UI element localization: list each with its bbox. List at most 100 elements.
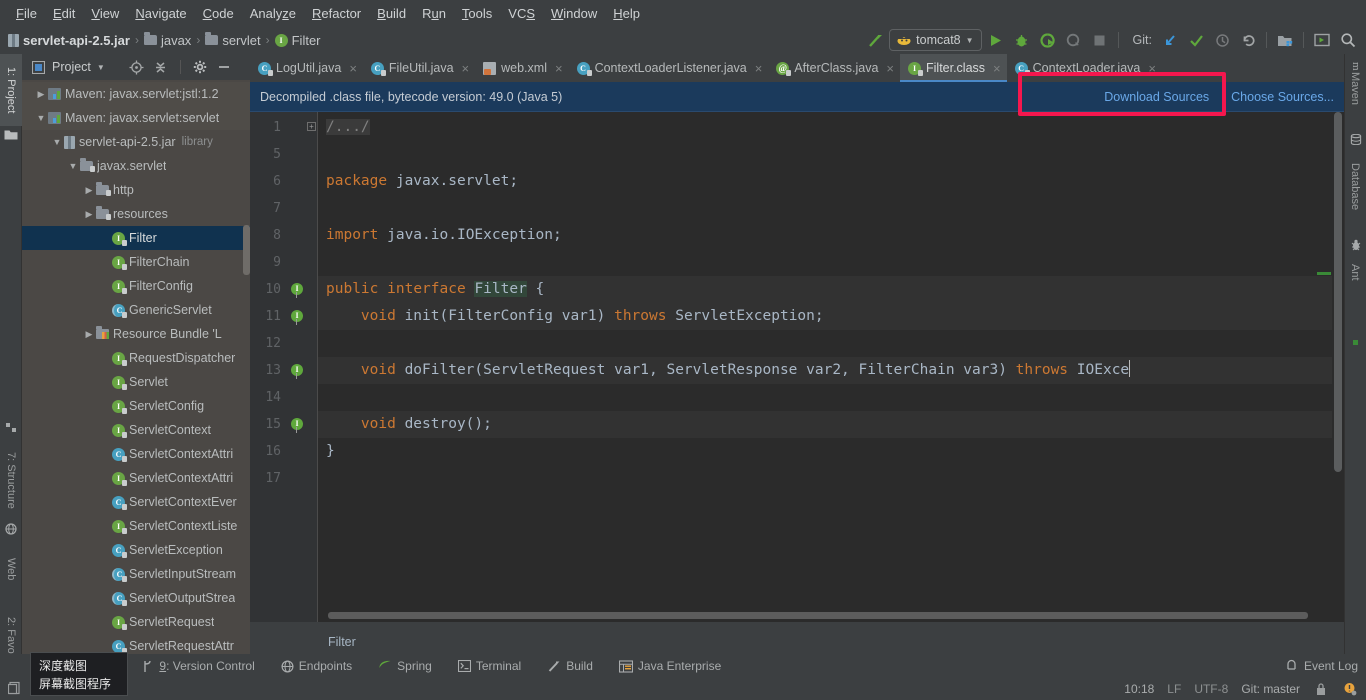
run-anything-icon[interactable] <box>1310 29 1334 51</box>
tree-node-servletcontextliste[interactable]: I ServletContextListe <box>22 514 250 538</box>
editor-breadcrumb[interactable]: Filter <box>250 630 1344 654</box>
tree-node-maven--javax-servlet-servlet[interactable]: ▼ Maven: javax.servlet:servlet <box>22 106 250 130</box>
bottom-tab-java-enterprise[interactable]: Java Enterprise <box>606 659 734 673</box>
close-icon[interactable]: × <box>886 61 894 76</box>
tree-node-servletexception[interactable]: C ServletException <box>22 538 250 562</box>
run-configuration-selector[interactable]: tomcat8 ▼ <box>889 29 982 51</box>
breadcrumb-item-servlet[interactable]: servlet <box>205 32 261 48</box>
project-structure-icon[interactable] <box>1273 29 1297 51</box>
implementing-method-gutter-icon[interactable]: I <box>291 418 303 433</box>
sidebar-item-web[interactable]: Web <box>0 539 22 599</box>
close-icon[interactable]: × <box>755 61 763 76</box>
expand-arrow-icon-closed[interactable]: ▶ <box>82 209 96 220</box>
horizontal-scrollbar[interactable] <box>328 612 1338 619</box>
tree-node-resource-bundle--l[interactable]: ▶ Resource Bundle 'L <box>22 322 250 346</box>
debug-button[interactable] <box>1010 29 1034 51</box>
editor-tab-web-xml[interactable]: web.xml × <box>475 54 568 82</box>
editor-tab-fileutil-java[interactable]: C FileUtil.java × <box>363 54 475 82</box>
vertical-scrollbar[interactable] <box>1332 112 1344 622</box>
expand-arrow-icon-open[interactable]: ▼ <box>50 137 64 147</box>
event-log-button[interactable]: Event Log <box>1285 658 1358 674</box>
close-icon[interactable]: × <box>1148 61 1156 76</box>
git-rollback-icon[interactable] <box>1236 29 1260 51</box>
editor-code-area[interactable]: /.../ package javax.servlet; import java.i… <box>318 112 1344 622</box>
run-button[interactable] <box>984 29 1008 51</box>
status-encoding[interactable]: UTF-8 <box>1194 682 1228 696</box>
tree-node-javax-servlet[interactable]: ▼ javax.servlet <box>22 154 250 178</box>
menu-item-edit[interactable]: Edit <box>45 4 83 23</box>
profile-button[interactable] <box>1062 29 1086 51</box>
expand-arrow-icon-open[interactable]: ▼ <box>66 161 80 171</box>
bottom-tab-terminal[interactable]: Terminal <box>445 659 534 673</box>
expand-arrow-icon-closed[interactable]: ▶ <box>82 329 96 340</box>
horizontal-scrollbar-thumb[interactable] <box>328 612 1308 619</box>
editor-tab-logutil-java[interactable]: C LogUtil.java × <box>250 54 363 82</box>
implementing-method-gutter-icon[interactable]: I <box>291 310 303 325</box>
editor-tab-contextloaderlistener-java[interactable]: C ContextLoaderListener.java × <box>569 54 769 82</box>
tree-node-http[interactable]: ▶ http <box>22 178 250 202</box>
notification-warning-icon[interactable] <box>1342 681 1358 697</box>
breadcrumb-item-javax[interactable]: javax <box>143 32 191 48</box>
tree-node-servletconfig[interactable]: I ServletConfig <box>22 394 250 418</box>
chevron-down-icon-panel[interactable]: ▼ <box>97 63 105 72</box>
editor-gutter[interactable]: 1 +5 6 7 8 9 10 I 11 I 12 13 I 14 15 I 16 17 <box>250 112 318 622</box>
menu-item-build[interactable]: Build <box>369 4 414 23</box>
close-icon[interactable]: × <box>349 61 357 76</box>
git-commit-icon[interactable] <box>1184 29 1208 51</box>
memory-indicator-icon[interactable] <box>7 681 22 698</box>
stop-button[interactable] <box>1088 29 1112 51</box>
search-everywhere-icon[interactable] <box>1336 29 1360 51</box>
menu-item-view[interactable]: View <box>83 4 127 23</box>
project-tree[interactable]: ▶ Maven: javax.servlet:jstl:1.2 ▼ Maven: ja… <box>22 80 250 654</box>
menu-item-navigate[interactable]: Navigate <box>127 4 194 23</box>
breadcrumb-item-filter[interactable]: I Filter <box>274 33 321 48</box>
sidebar-item-ant[interactable]: Ant <box>1344 254 1366 290</box>
status-git-branch[interactable]: Git: master <box>1241 682 1300 696</box>
code-fold-expand-icon[interactable]: + <box>307 122 316 131</box>
tree-node-servletcontextattri[interactable]: I ServletContextAttri <box>22 466 250 490</box>
tree-node-servletoutputstrea[interactable]: C ServletOutputStrea <box>22 586 250 610</box>
tree-node-servlet[interactable]: I Servlet <box>22 370 250 394</box>
menu-item-file[interactable]: File <box>8 4 45 23</box>
vertical-scrollbar-thumb[interactable] <box>1334 112 1342 472</box>
hide-panel-icon[interactable] <box>214 57 234 77</box>
collapse-all-icon[interactable] <box>151 57 171 77</box>
download-sources-link[interactable]: Download Sources <box>1104 90 1209 104</box>
status-line-separator[interactable]: LF <box>1167 682 1181 696</box>
menu-item-help[interactable]: Help <box>605 4 648 23</box>
implementing-method-gutter-icon[interactable]: I <box>291 283 303 298</box>
bottom-tab-spring[interactable]: Spring <box>365 659 445 673</box>
tree-node-genericservlet[interactable]: C GenericServlet <box>22 298 250 322</box>
menu-item-run[interactable]: Run <box>414 4 454 23</box>
git-history-icon[interactable] <box>1210 29 1234 51</box>
build-hammer-icon[interactable] <box>863 29 887 51</box>
close-icon[interactable]: × <box>993 61 1001 76</box>
implementing-method-gutter-icon[interactable]: I <box>291 364 303 379</box>
run-with-coverage-button[interactable] <box>1036 29 1060 51</box>
expand-arrow-icon-closed[interactable]: ▶ <box>82 185 96 196</box>
tree-node-servletrequestattr[interactable]: C ServletRequestAttr <box>22 634 250 654</box>
tree-node-filterconfig[interactable]: I FilterConfig <box>22 274 250 298</box>
bottom-tab-9--version-control[interactable]: 9: Version Control <box>129 659 267 673</box>
tree-node-servletrequest[interactable]: I ServletRequest <box>22 610 250 634</box>
menu-item-refactor[interactable]: Refactor <box>304 4 369 23</box>
menu-item-vcs[interactable]: VCS <box>500 4 543 23</box>
git-update-icon[interactable] <box>1158 29 1182 51</box>
close-icon[interactable]: × <box>555 61 563 76</box>
editor-tab-filter-class[interactable]: I Filter.class × <box>900 54 1007 82</box>
tree-node-servletcontextattri[interactable]: C ServletContextAttri <box>22 442 250 466</box>
menu-item-window[interactable]: Window <box>543 4 605 23</box>
choose-sources-link[interactable]: Choose Sources... <box>1231 90 1334 104</box>
tree-node-filterchain[interactable]: I FilterChain <box>22 250 250 274</box>
breadcrumb-item-servlet-api-2-5-jar[interactable]: servlet-api-2.5.jar <box>8 33 130 48</box>
menu-item-tools[interactable]: Tools <box>454 4 500 23</box>
tree-node-maven--javax-servlet-jstl-1-2[interactable]: ▶ Maven: javax.servlet:jstl:1.2 <box>22 82 250 106</box>
menu-item-code[interactable]: Code <box>195 4 242 23</box>
menu-item-analyze[interactable]: Analyze <box>242 4 304 23</box>
close-icon[interactable]: × <box>462 61 470 76</box>
tree-node-resources[interactable]: ▶ resources <box>22 202 250 226</box>
expand-arrow-icon-open[interactable]: ▼ <box>34 113 48 123</box>
tree-node-requestdispatcher[interactable]: I RequestDispatcher <box>22 346 250 370</box>
editor-tab-afterclass-java[interactable]: @ AfterClass.java × <box>768 54 900 82</box>
tree-node-filter[interactable]: I Filter <box>22 226 250 250</box>
